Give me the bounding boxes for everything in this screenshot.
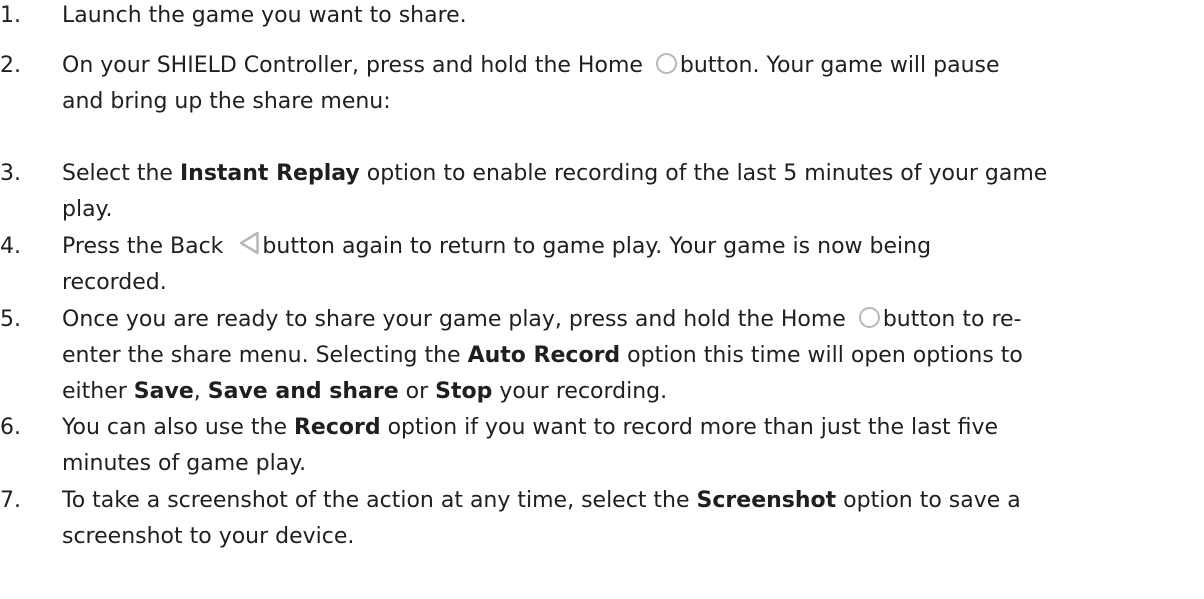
- step-text-line-2: play.: [62, 197, 113, 222]
- option-name: Stop: [435, 379, 493, 404]
- option-name: Instant Replay: [179, 161, 360, 186]
- step-text-line-3: either Save, Save and share or Stop your…: [62, 379, 668, 404]
- home-button-icon: [655, 52, 677, 74]
- step-number: 5.: [0, 307, 21, 332]
- option-name: Screenshot: [696, 488, 837, 513]
- option-name: Record: [293, 415, 381, 440]
- option-name: Auto Record: [467, 343, 621, 368]
- step-text-line-2: and bring up the share menu:: [62, 89, 391, 114]
- step-text-line-1: On your SHIELD Controller, press and hol…: [62, 52, 1000, 78]
- step-text-line-1: Select the Instant Replay option to enab…: [62, 161, 1048, 186]
- step-text-line-1: Once you are ready to share your game pl…: [62, 306, 1022, 332]
- home-button-icon: [858, 306, 880, 328]
- option-name: Save: [133, 379, 194, 404]
- step-text-line-1: To take a screenshot of the action at an…: [62, 488, 1021, 513]
- step-text: Launch the game you want to share.: [62, 3, 467, 28]
- back-button-icon: [238, 231, 260, 255]
- step-text-line-1: You can also use the Record option if yo…: [62, 415, 999, 440]
- step-number: 4.: [0, 234, 21, 259]
- step-number: 2.: [0, 53, 21, 78]
- instructions-document: 1. Launch the game you want to share. 2.…: [0, 0, 1204, 599]
- step-number: 3.: [0, 161, 21, 186]
- step-text-line-1: Press the Back button again to return to…: [62, 231, 931, 262]
- step-text-line-2: minutes of game play.: [62, 451, 307, 476]
- option-name: Save and share: [207, 379, 399, 404]
- step-text-line-2: enter the share menu. Selecting the Auto…: [62, 343, 1023, 368]
- step-number: 6.: [0, 415, 21, 440]
- step-text-line-2: screenshot to your device.: [62, 524, 355, 549]
- step-text-line-2: recorded.: [62, 270, 167, 295]
- step-number: 7.: [0, 488, 21, 513]
- step-number: 1.: [0, 3, 21, 28]
